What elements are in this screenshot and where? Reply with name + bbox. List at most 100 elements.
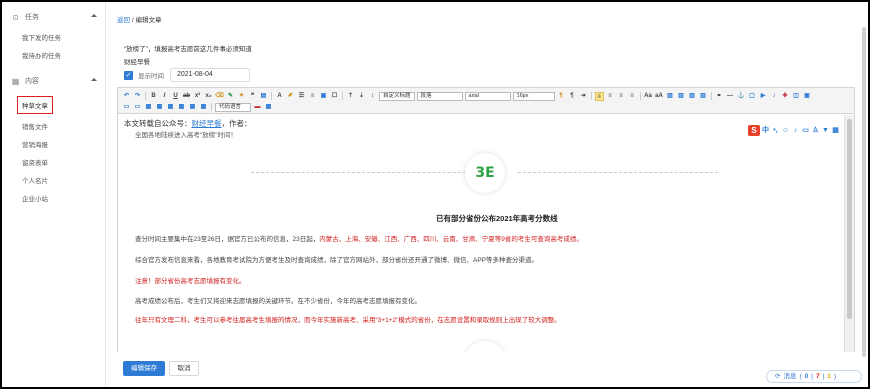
message-counter[interactable]: ⟳ 消息 ( 0 | 7 | 1 ): [766, 370, 862, 383]
image-center-icon[interactable]: ▥: [699, 92, 708, 101]
show-time-label: 显示时间: [138, 73, 164, 80]
sidebar-group-label: 内容: [25, 78, 39, 85]
ime-keyboard-icon[interactable]: ▭: [801, 126, 810, 135]
row-spacing-top-icon[interactable]: ⇡: [346, 92, 355, 101]
show-time-checkbox[interactable]: ✓: [124, 70, 133, 80]
code-language-select[interactable]: 代码语言: [215, 102, 251, 112]
italic-icon[interactable]: I: [160, 92, 169, 101]
ime-user-icon[interactable]: ♙: [811, 126, 820, 135]
sidebar-item-sales-files[interactable]: 销售文件: [2, 117, 105, 135]
back-link[interactable]: 返回: [117, 17, 130, 24]
map-icon[interactable]: ◫: [792, 92, 801, 101]
sidebar-item-articles[interactable]: 种草文章: [2, 96, 105, 114]
refresh-icon: ⟳: [775, 373, 781, 380]
ime-voice-icon[interactable]: ♪: [791, 126, 800, 135]
direction-rtl-icon[interactable]: ¶: [568, 92, 577, 101]
preview-icon[interactable]: ▣: [803, 92, 812, 101]
circle-gear-icon: ⊙: [12, 12, 19, 22]
format-painter-icon[interactable]: ✎: [226, 92, 235, 101]
sidebar-group-content[interactable]: ▦ 内容: [2, 70, 105, 92]
table-row-icon[interactable]: ▦: [155, 103, 164, 112]
superscript-icon[interactable]: x²: [193, 92, 202, 101]
to-lower-icon[interactable]: aA: [655, 92, 664, 101]
table-col-icon[interactable]: ▦: [166, 103, 175, 112]
underline-icon[interactable]: U: [171, 92, 180, 101]
paragraph-select[interactable]: 段落: [416, 91, 463, 101]
custom-title-select[interactable]: 自定义标题: [379, 91, 415, 101]
sidebar-group-tasks[interactable]: ⊙ 任务: [2, 6, 105, 28]
align-right-icon[interactable]: ≡: [617, 92, 626, 101]
select-all-icon[interactable]: ▣: [319, 92, 328, 101]
image-left-icon[interactable]: ▥: [666, 92, 675, 101]
save-button[interactable]: 编辑保存: [123, 361, 165, 376]
page-scrollbar[interactable]: [862, 27, 866, 357]
quote-icon[interactable]: ❝: [248, 92, 257, 101]
clear-doc-icon[interactable]: ☐: [330, 92, 339, 101]
subscript-icon[interactable]: x₂: [204, 92, 213, 101]
table-merge-icon[interactable]: ▦: [177, 103, 186, 112]
table-delete-icon[interactable]: ▦: [199, 103, 208, 112]
undo-icon[interactable]: ↶: [122, 92, 131, 101]
unordered-list-icon[interactable]: ≡: [308, 92, 317, 101]
date-input[interactable]: 2021-08-04: [170, 68, 250, 82]
eraser-icon[interactable]: ⌫: [215, 92, 224, 101]
unlink-icon[interactable]: —: [726, 92, 735, 101]
insert-video-icon[interactable]: ▶: [759, 92, 768, 101]
insert-music-icon[interactable]: ♪: [770, 92, 779, 101]
font-family-select[interactable]: arial: [464, 91, 511, 101]
to-upper-icon[interactable]: Aa: [644, 92, 653, 101]
align-center-icon[interactable]: ≡: [606, 92, 615, 101]
sidebar-item-microsite[interactable]: 企业小站: [2, 189, 105, 207]
background-color-icon[interactable]: ✐: [286, 92, 295, 101]
indent-icon[interactable]: ⇥: [579, 92, 588, 101]
attachment-icon[interactable]: ✚: [781, 92, 790, 101]
ime-toolbar[interactable]: S 中 •, ☺ ♪ ▭ ♙ ▼ ▦: [748, 125, 840, 136]
page-break-icon[interactable]: ▭: [133, 103, 142, 112]
table-icon[interactable]: ▦: [144, 103, 153, 112]
dashed-divider: [251, 172, 481, 173]
editor-scrollbar[interactable]: [844, 115, 854, 352]
template-icon[interactable]: ▬: [253, 103, 262, 112]
insert-image-icon[interactable]: ▢: [748, 92, 757, 101]
autotype-icon[interactable]: ✦: [237, 92, 246, 101]
sidebar-item-forms[interactable]: 留资表单: [2, 153, 105, 171]
image-none-icon[interactable]: ▥: [677, 92, 686, 101]
image-right-icon[interactable]: ▥: [688, 92, 697, 101]
line-height-icon[interactable]: ↕: [368, 92, 377, 101]
sidebar-item-my-issued-tasks[interactable]: 我下发的任务: [2, 28, 105, 46]
ime-punct-icon[interactable]: •,: [771, 126, 780, 135]
ime-shirt-icon[interactable]: ▼: [821, 126, 830, 135]
ime-emoji-icon[interactable]: ☺: [781, 126, 790, 135]
search-replace-icon[interactable]: ▦: [264, 103, 273, 112]
article-title[interactable]: “放榜了”，填报高考志愿前这几件事必须知道: [124, 43, 252, 53]
link-icon[interactable]: ⚭: [715, 92, 724, 101]
anchor-icon[interactable]: ⚓: [737, 92, 746, 101]
sogou-ime-icon[interactable]: S: [748, 125, 760, 136]
font-color-icon[interactable]: A: [275, 92, 284, 101]
ime-chinese-icon[interactable]: 中: [761, 126, 770, 135]
source-account-link[interactable]: 财经早餐: [192, 119, 222, 128]
table-split-icon[interactable]: ▦: [188, 103, 197, 112]
scrollbar-thumb[interactable]: [847, 119, 852, 319]
editor-content[interactable]: 本文转载自公众号：财经早餐，作者： 全国各地陆续进入高考“放榜”时间！ S 中 …: [118, 115, 844, 352]
rich-text-editor[interactable]: ↶ ↷ B I U ab x² x₂ ⌫ ✎ ✦ ❝ ▤ A ✐ ☰ ≡ ▣ ☐…: [117, 87, 855, 352]
ordered-list-icon[interactable]: ☰: [297, 92, 306, 101]
align-left-icon[interactable]: ≡: [594, 91, 604, 101]
font-size-select[interactable]: 16px: [512, 91, 555, 101]
cancel-button[interactable]: 取消: [169, 361, 199, 376]
direction-ltr-icon[interactable]: ¶: [557, 92, 566, 101]
ime-menu-icon[interactable]: ▦: [831, 126, 840, 135]
editor-toolbar: ↶ ↷ B I U ab x² x₂ ⌫ ✎ ✦ ❝ ▤ A ✐ ☰ ≡ ▣ ☐…: [118, 88, 854, 114]
sidebar-item-posters[interactable]: 营销海报: [2, 135, 105, 153]
row-spacing-bottom-icon[interactable]: ⇣: [357, 92, 366, 101]
chevron-up-icon: [91, 78, 97, 81]
sidebar-item-my-pending-tasks[interactable]: 我待办的任务: [2, 46, 105, 64]
bold-icon[interactable]: B: [149, 92, 158, 101]
sidebar-item-business-card[interactable]: 个人名片: [2, 171, 105, 189]
insert-frame-icon[interactable]: ▭: [122, 103, 131, 112]
intro-line: 本文转载自公众号：财经早餐，作者：: [124, 119, 252, 128]
strikethrough-icon[interactable]: ab: [182, 92, 191, 101]
redo-icon[interactable]: ↷: [133, 92, 142, 101]
code-icon[interactable]: ▤: [259, 92, 268, 101]
align-justify-icon[interactable]: ≡: [628, 92, 637, 101]
